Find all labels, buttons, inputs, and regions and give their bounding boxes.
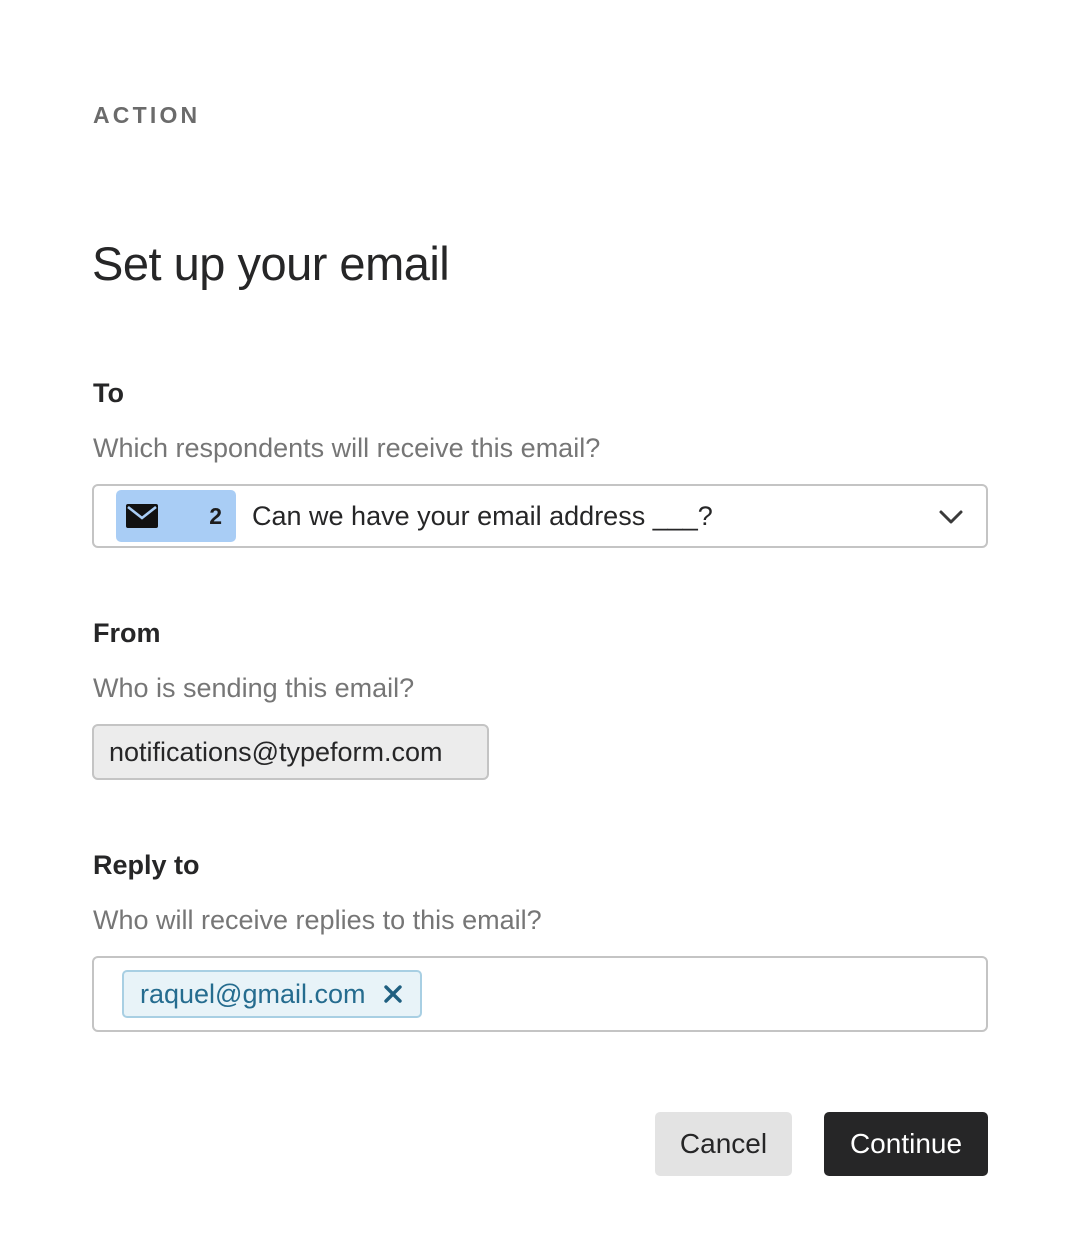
- reply-to-help-text: Who will receive replies to this email?: [93, 905, 542, 935]
- email-chip-label: raquel@gmail.com: [140, 978, 366, 1009]
- page-title: Set up your email: [92, 237, 450, 290]
- to-label: To: [93, 378, 124, 408]
- email-setup-dialog: ACTION Set up your email To Which respon…: [0, 0, 1084, 1250]
- to-help-text: Which respondents will receive this emai…: [93, 433, 601, 463]
- reply-to-input[interactable]: raquel@gmail.com: [92, 956, 988, 1032]
- recipient-question-dropdown[interactable]: 2 Can we have your email address ___?: [92, 484, 988, 548]
- continue-button[interactable]: Continue: [824, 1112, 988, 1176]
- section-eyebrow: ACTION: [93, 102, 201, 128]
- cancel-button[interactable]: Cancel: [655, 1112, 792, 1176]
- close-icon[interactable]: [383, 985, 402, 1003]
- reply-to-label: Reply to: [93, 850, 200, 880]
- question-number: 2: [209, 502, 222, 529]
- envelope-icon: [126, 504, 158, 528]
- question-badge: 2: [116, 490, 236, 542]
- chevron-down-icon[interactable]: [938, 504, 964, 535]
- from-help-text: Who is sending this email?: [93, 673, 415, 703]
- from-email-field: notifications@typeform.com: [92, 724, 489, 780]
- selected-question-text: Can we have your email address ___?: [252, 500, 713, 531]
- from-label: From: [93, 618, 161, 648]
- email-chip: raquel@gmail.com: [122, 970, 422, 1018]
